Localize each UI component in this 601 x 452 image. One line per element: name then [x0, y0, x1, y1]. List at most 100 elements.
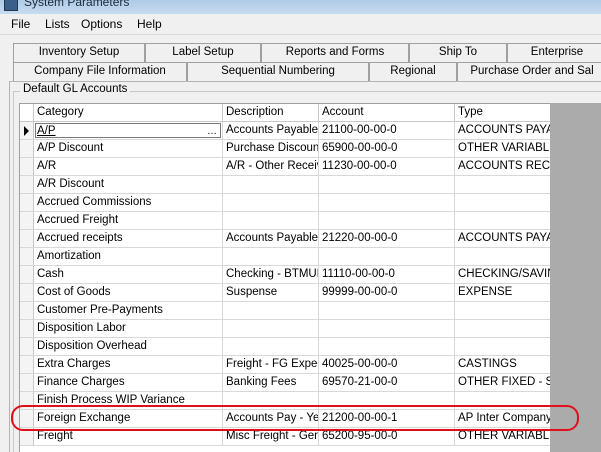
cell-category[interactable]: Foreign Exchange — [34, 410, 223, 428]
cell-type[interactable] — [455, 212, 550, 230]
column-header-description[interactable]: Description — [223, 104, 319, 122]
table-row[interactable]: A/R Discount — [20, 176, 550, 194]
table-row[interactable]: Disposition Labor — [20, 320, 550, 338]
cell-account[interactable]: 11110-00-00-0 — [319, 266, 455, 284]
cell-category[interactable]: Amortization — [34, 248, 223, 266]
cell-type[interactable] — [455, 302, 550, 320]
cell-category[interactable]: A/P… — [34, 122, 223, 140]
table-row[interactable]: Freight Misc Freight - Gen 65200-95-00-0 OT… — [20, 428, 550, 446]
tab-enterprise[interactable]: Enterprise — [507, 43, 601, 62]
cell-category[interactable]: Accrued Freight — [34, 212, 223, 230]
menu-file[interactable]: File — [11, 17, 30, 31]
cell-description[interactable] — [223, 176, 319, 194]
cell-description[interactable]: A/R - Other Receiv — [223, 158, 319, 176]
cell-account[interactable]: 99999-00-00-0 — [319, 284, 455, 302]
row-indicator[interactable] — [20, 158, 34, 176]
table-row[interactable]: Customer Pre-Payments — [20, 302, 550, 320]
cell-account[interactable]: 21220-00-00-0 — [319, 230, 455, 248]
cell-account[interactable] — [319, 176, 455, 194]
cell-description[interactable]: Checking - BTMUF — [223, 266, 319, 284]
cell-category[interactable]: Finance Charges — [34, 374, 223, 392]
cell-category[interactable]: Cash — [34, 266, 223, 284]
cell-description[interactable] — [223, 212, 319, 230]
tab-purchase-order-and-sales[interactable]: Purchase Order and Sal — [457, 62, 601, 81]
table-row[interactable]: Accrued Freight — [20, 212, 550, 230]
cell-account[interactable]: 40025-00-00-0 — [319, 356, 455, 374]
cell-type[interactable] — [455, 338, 550, 356]
cell-account[interactable] — [319, 248, 455, 266]
tab-reports-and-forms[interactable]: Reports and Forms — [261, 43, 409, 62]
cell-description[interactable]: Purchase Discount — [223, 140, 319, 158]
cell-account[interactable] — [319, 212, 455, 230]
cell-description[interactable] — [223, 302, 319, 320]
cell-type[interactable] — [455, 320, 550, 338]
menu-options[interactable]: Options — [81, 17, 122, 31]
cell-account[interactable]: 21200-00-00-1 — [319, 410, 455, 428]
row-indicator[interactable] — [20, 320, 34, 338]
cell-category[interactable]: A/P Discount — [34, 140, 223, 158]
row-indicator[interactable] — [20, 410, 34, 428]
cell-category[interactable]: Disposition Labor — [34, 320, 223, 338]
cell-account[interactable] — [319, 338, 455, 356]
row-indicator[interactable] — [20, 356, 34, 374]
cell-account[interactable] — [319, 302, 455, 320]
table-row[interactable]: Accrued Commissions — [20, 194, 550, 212]
cell-category[interactable]: Freight — [34, 428, 223, 446]
cell-type[interactable]: OTHER VARIABLE — [455, 428, 550, 446]
tab-label-setup[interactable]: Label Setup — [145, 43, 261, 62]
cell-category[interactable]: A/R — [34, 158, 223, 176]
cell-account[interactable] — [319, 392, 455, 410]
cell-category[interactable]: Extra Charges — [34, 356, 223, 374]
cell-type[interactable]: OTHER FIXED - SG — [455, 374, 550, 392]
cell-type[interactable]: CHECKING/SAVING — [455, 266, 550, 284]
cell-description[interactable]: Misc Freight - Gen — [223, 428, 319, 446]
row-indicator[interactable] — [20, 212, 34, 230]
row-indicator[interactable] — [20, 248, 34, 266]
row-indicator[interactable] — [20, 284, 34, 302]
cell-description[interactable]: Accounts Payable — [223, 122, 319, 140]
table-row[interactable]: Disposition Overhead — [20, 338, 550, 356]
table-row[interactable]: Cost of Goods Suspense 99999-00-00-0 EXPENS… — [20, 284, 550, 302]
cell-description[interactable] — [223, 392, 319, 410]
row-indicator[interactable] — [20, 392, 34, 410]
cell-account[interactable]: 69570-21-00-0 — [319, 374, 455, 392]
cell-type[interactable]: ACCOUNTS PAYAB — [455, 122, 550, 140]
cell-category[interactable]: Accrued Commissions — [34, 194, 223, 212]
cell-description[interactable] — [223, 194, 319, 212]
row-indicator[interactable] — [20, 266, 34, 284]
table-row[interactable]: A/P Discount Purchase Discount 65900-00-00… — [20, 140, 550, 158]
dropdown-arrow-icon[interactable]: … — [207, 125, 217, 139]
row-indicator[interactable] — [20, 194, 34, 212]
row-indicator[interactable] — [20, 338, 34, 356]
tab-company-file-information[interactable]: Company File Information — [13, 62, 187, 81]
row-indicator[interactable] — [20, 230, 34, 248]
gl-accounts-grid[interactable]: Category Description Account Type A/P … Ac… — [19, 103, 550, 452]
cell-category[interactable]: Cost of Goods — [34, 284, 223, 302]
cell-category[interactable]: A/R Discount — [34, 176, 223, 194]
row-indicator[interactable] — [20, 428, 34, 446]
table-row[interactable]: Extra Charges Freight - FG Expec 40025-00-… — [20, 356, 550, 374]
cell-description[interactable]: Suspense — [223, 284, 319, 302]
cell-type[interactable] — [455, 176, 550, 194]
tab-regional[interactable]: Regional — [369, 62, 457, 81]
menu-lists[interactable]: Lists — [45, 17, 70, 31]
cell-description[interactable] — [223, 338, 319, 356]
cell-type[interactable]: ACCOUNTS PAYAB — [455, 230, 550, 248]
cell-type[interactable] — [455, 392, 550, 410]
row-indicator[interactable] — [20, 176, 34, 194]
tab-ship-to[interactable]: Ship To — [409, 43, 507, 62]
column-header-account[interactable]: Account — [319, 104, 455, 122]
cell-account[interactable] — [319, 194, 455, 212]
cell-description[interactable] — [223, 248, 319, 266]
cell-category[interactable]: Finish Process WIP Variance — [34, 392, 223, 410]
cell-description[interactable]: Accounts Pay - Yen — [223, 410, 319, 428]
row-indicator[interactable] — [20, 122, 34, 140]
cell-description[interactable]: Freight - FG Expec — [223, 356, 319, 374]
cell-account[interactable]: 65200-95-00-0 — [319, 428, 455, 446]
cell-category[interactable]: Accrued receipts — [34, 230, 223, 248]
row-indicator[interactable] — [20, 140, 34, 158]
cell-type[interactable]: AP Inter Company — [455, 410, 550, 428]
cell-type[interactable]: EXPENSE — [455, 284, 550, 302]
menu-help[interactable]: Help — [137, 17, 162, 31]
table-row[interactable]: Amortization — [20, 248, 550, 266]
